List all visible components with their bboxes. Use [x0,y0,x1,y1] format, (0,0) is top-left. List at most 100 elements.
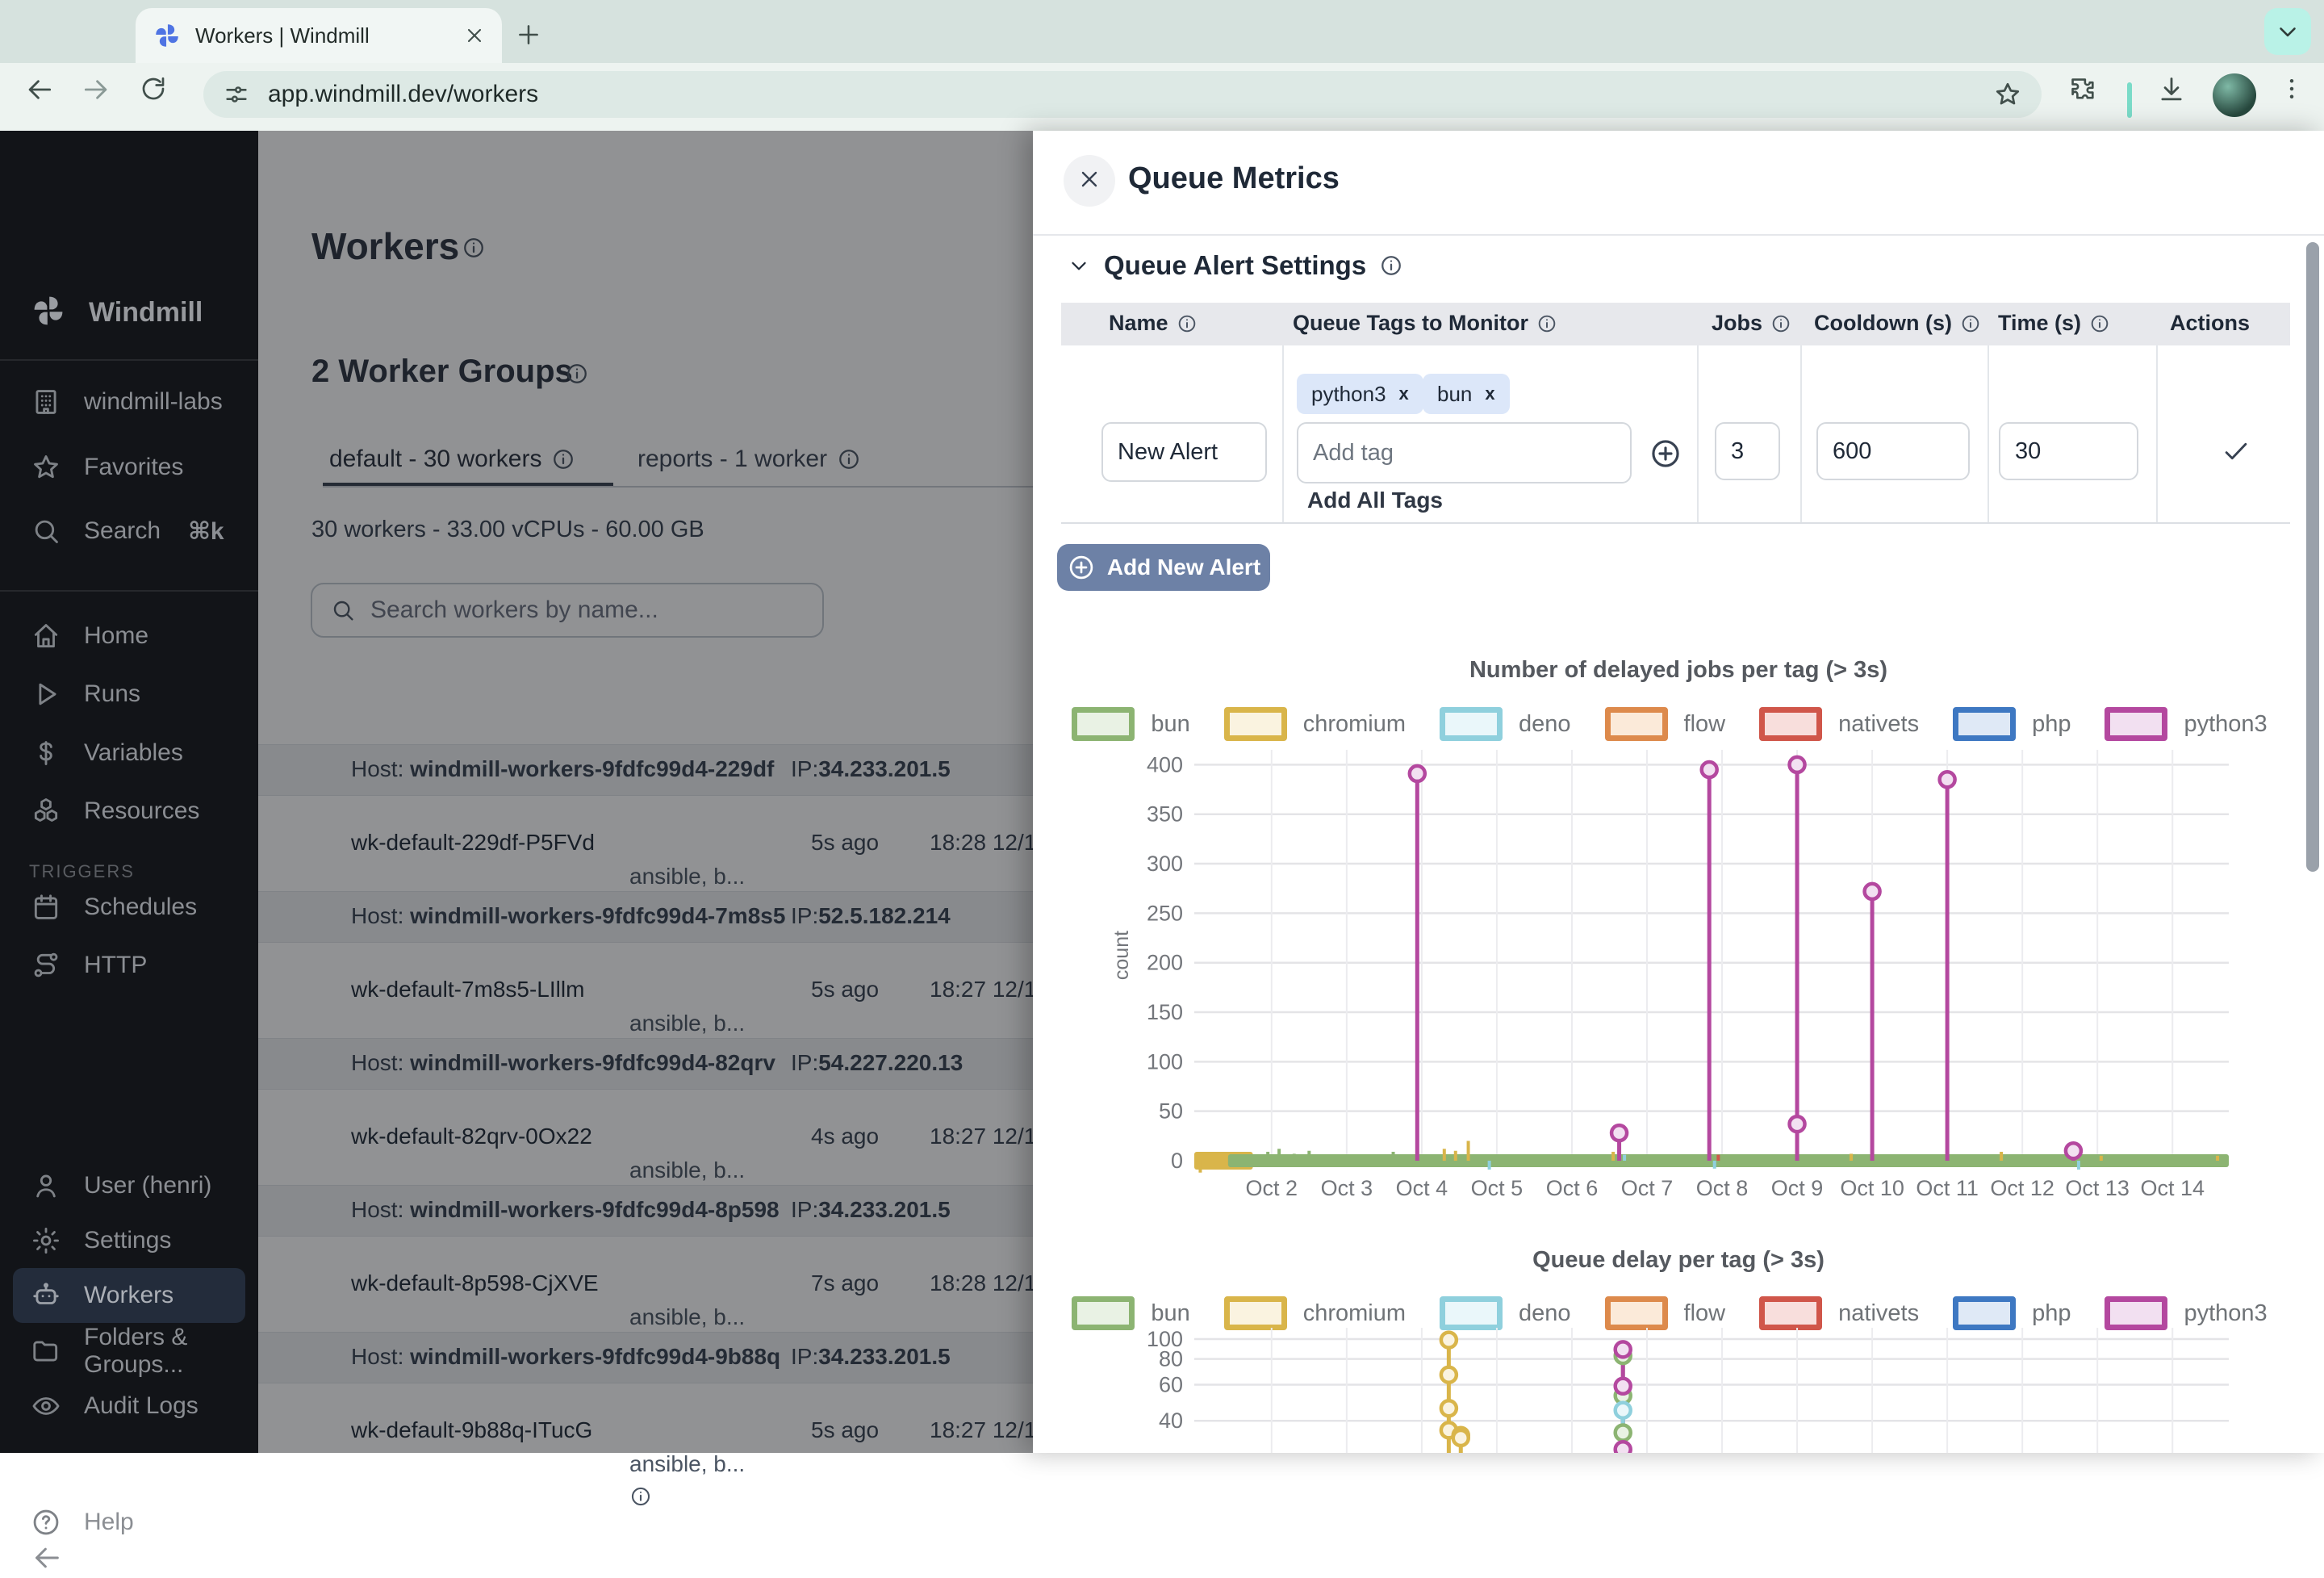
browser-tab[interactable]: Workers | Windmill [136,8,502,63]
info-icon[interactable] [629,1485,652,1508]
remove-tag-icon[interactable]: x [1485,383,1494,404]
download-icon [2156,74,2187,105]
sidebar-item-favorites[interactable]: Favorites [0,440,258,495]
svg-text:Oct 6: Oct 6 [1546,1176,1599,1200]
sidebar-item-user-henri[interactable]: User (henri) [0,1158,258,1213]
queue-alert-settings-toggle[interactable]: Queue Alert Settings [1067,250,1403,281]
alert-settings-table: Name Queue Tags to Monitor Jobs Cooldown… [1061,303,2290,653]
add-tag-input[interactable] [1297,422,1632,483]
menu-kebab-icon[interactable] [2277,74,2306,103]
calendar-icon [31,892,61,923]
legend-swatch-chromium[interactable] [1224,1296,1287,1330]
back-arrow-icon[interactable] [24,74,55,105]
toolbar-divider [2127,82,2132,118]
drawer-scrollbar[interactable] [2306,242,2319,872]
legend-swatch-flow[interactable] [1605,1296,1668,1330]
legend-swatch-deno[interactable] [1440,1296,1503,1330]
sidebar-item-settings[interactable]: Settings [0,1213,258,1268]
legend-swatch-bun[interactable] [1072,1296,1135,1330]
legend-label: flow [1684,711,1726,738]
svg-text:Oct 2: Oct 2 [1246,1176,1298,1200]
queue-delay-chart: 100806040 [1033,1328,2324,1453]
robot-icon [31,1280,61,1311]
info-icon[interactable] [1960,313,1981,334]
sidebar-item-label: Resources [84,797,199,825]
profile-avatar[interactable] [2213,73,2256,117]
svg-text:Oct 7: Oct 7 [1621,1176,1674,1200]
info-icon[interactable] [1379,253,1403,278]
info-icon[interactable] [1770,313,1791,334]
legend-swatch-chromium[interactable] [1224,707,1287,741]
forward-arrow-icon[interactable] [81,74,111,105]
sidebar-logo-label: Windmill [89,297,203,329]
delayed-jobs-chart: 050100150200250300350400Oct 2Oct 3Oct 4O… [1033,739,2324,1211]
sidebar-item-search[interactable]: Search⌘k [0,504,258,559]
chart2-legend: bunchromiumdenoflownativetsphppython3 [1033,1296,2324,1330]
sidebar-item-variables[interactable]: Variables [0,726,258,781]
legend-swatch-php[interactable] [1953,1296,2016,1330]
svg-text:50: 50 [1159,1099,1183,1124]
info-icon[interactable] [1177,313,1198,334]
check-icon[interactable] [2221,436,2251,467]
arrow-left-icon[interactable] [31,1542,63,1578]
bookmark-star-icon [1993,80,2022,109]
new-tab-button[interactable] [515,21,542,48]
alert-name-input[interactable] [1101,422,1267,482]
address-bar[interactable]: app.windmill.dev/workers [203,71,2042,118]
sidebar-item-home[interactable]: Home [0,609,258,663]
sidebar-logo[interactable]: Windmill [0,284,258,341]
remove-tag-icon[interactable]: x [1399,383,1409,404]
sidebar-item-resources[interactable]: Resources [0,784,258,839]
plus-circle-icon [1067,553,1096,582]
play-icon [31,679,61,709]
help-icon [31,1507,61,1538]
sidebar-item-audit-logs[interactable]: Audit Logs [0,1379,258,1434]
info-icon [1770,313,1791,334]
svg-text:80: 80 [1159,1347,1183,1371]
site-settings-icon[interactable] [223,81,250,108]
info-icon [1379,253,1403,278]
sidebar-item-workers[interactable]: Workers [13,1268,245,1323]
jobs-input[interactable] [1715,422,1780,480]
download-icon[interactable] [2156,74,2187,105]
sidebar-item-schedules[interactable]: Schedules [0,880,258,935]
reload-icon[interactable] [139,74,168,103]
info-icon[interactable] [1536,313,1557,334]
bookmark-star-icon[interactable] [1993,80,2022,109]
legend-label: python3 [2184,1300,2267,1327]
legend-swatch-nativets[interactable] [1759,1296,1822,1330]
add-all-tags-button[interactable]: Add All Tags [1307,488,1443,513]
svg-text:300: 300 [1147,852,1183,876]
legend-swatch-bun[interactable] [1072,707,1135,741]
close-drawer-button[interactable] [1064,155,1115,207]
close-icon[interactable] [463,24,486,47]
add-new-alert-button[interactable]: Add New Alert [1057,544,1270,591]
star-icon [31,452,61,483]
svg-text:Oct 3: Oct 3 [1321,1176,1373,1200]
extensions-icon[interactable] [2067,74,2098,105]
chevron-down-icon[interactable] [2264,8,2311,55]
time-input[interactable] [1999,422,2138,480]
legend-swatch-deno[interactable] [1440,707,1503,741]
legend-swatch-php[interactable] [1953,707,2016,741]
legend-swatch-python3[interactable] [2105,1296,2167,1330]
tag-pill-bun[interactable]: bunx [1423,374,1510,414]
info-icon [1960,313,1981,334]
info-icon[interactable] [2089,313,2110,334]
sidebar-item-folders-groups[interactable]: Folders & Groups... [0,1324,258,1379]
legend-swatch-nativets[interactable] [1759,707,1822,741]
sidebar-item-runs[interactable]: Runs [0,667,258,722]
svg-text:100: 100 [1147,1049,1183,1074]
queue-metrics-drawer: Queue Metrics Queue Alert Settings Name … [1033,131,2324,1453]
drawer-divider [1033,234,2324,236]
sidebar-item-windmill-labs[interactable]: windmill-labs [0,375,258,429]
legend-swatch-python3[interactable] [2105,707,2167,741]
tag-pill-python3[interactable]: python3x [1297,374,1423,414]
col-jobs: Jobs [1712,311,1791,336]
plus-circle-icon[interactable] [1649,437,1682,471]
sidebar-item-http[interactable]: HTTP [0,938,258,993]
cooldown-input[interactable] [1816,422,1970,480]
cubes-icon [31,796,61,827]
extensions-icon [2067,74,2098,105]
legend-swatch-flow[interactable] [1605,707,1668,741]
